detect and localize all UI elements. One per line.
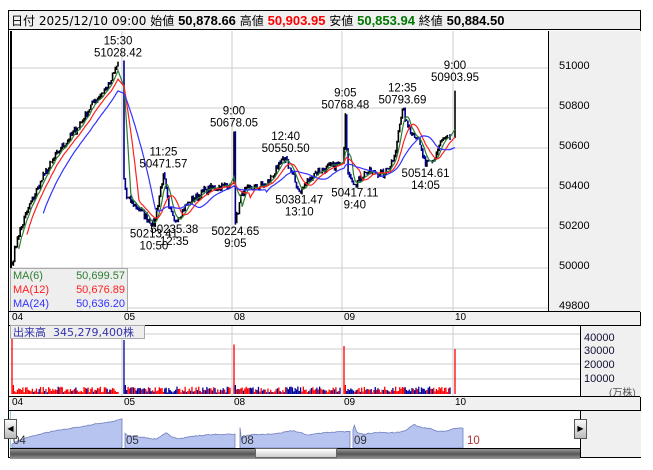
scroll-right-button[interactable]: ▶ <box>574 419 587 439</box>
nav-area <box>239 427 351 448</box>
annotation-time: 14:05 <box>411 180 440 192</box>
open-value: 50,878.66 <box>178 13 236 28</box>
annotation-value: 50550.50 <box>262 143 310 155</box>
volume-label: 出来高 <box>13 326 46 339</box>
ma-value: 50,636.20 <box>76 298 125 310</box>
annotation-time: 11:25 <box>149 147 177 159</box>
navigator-side-panel <box>580 411 641 457</box>
date-value: 2025/12/10 09:00 <box>38 14 147 28</box>
date-tick: 09 <box>344 312 356 323</box>
price-tick: 50400 <box>559 180 590 192</box>
date-tick: 10 <box>455 312 467 323</box>
annotation-value: 50768.48 <box>321 99 369 111</box>
ma-name: MA(6) <box>13 270 43 282</box>
vol-tick: 20000 <box>584 359 615 371</box>
annotation-time: 9:00 <box>223 105 245 117</box>
vol-tick: 30000 <box>584 345 615 357</box>
annotation-time: 13:10 <box>285 207 314 219</box>
ma-legend-row: MA(12) 50,676.89 <box>11 283 127 297</box>
annotation-high: 9:0550768.48 <box>321 87 369 111</box>
scroll-left-button[interactable]: ◀ <box>4 419 17 439</box>
ma-legend: MA(6) 50,699.57 MA(12) 50,676.89 MA(24) 50,63… <box>10 268 128 312</box>
annotation-value: 50514.61 <box>402 168 450 180</box>
annotation-time: 12:40 <box>271 131 300 143</box>
annotation-high: 11:2550471.57 <box>139 147 187 171</box>
vol-tick: 40000 <box>584 332 615 344</box>
arrow-right-icon: ▶ <box>577 424 584 433</box>
annotation-low: 50224.659:05 <box>211 226 259 250</box>
date-label: 日付 <box>11 14 36 28</box>
price-tick: 51000 <box>559 60 590 72</box>
date-tick: 05 <box>124 312 136 323</box>
high-value: 50,903.95 <box>267 13 326 28</box>
annotation-value: 50678.05 <box>210 117 258 129</box>
ma-value: 50,676.89 <box>76 284 125 296</box>
price-tick: 50200 <box>559 220 590 232</box>
date-tick: 09 <box>344 397 356 408</box>
annotation-time: 15:30 <box>104 35 133 47</box>
price-tick: 50800 <box>559 100 590 112</box>
volume-legend: 出来高 345,279,400株 <box>10 325 145 339</box>
ma-value: 50,699.57 <box>76 270 125 282</box>
date-tick: 10 <box>455 397 467 408</box>
nav-day-label: 08 <box>241 435 254 447</box>
nav-day-label: 10 <box>467 435 480 447</box>
annotation-high: 9:0050903.95 <box>431 60 479 84</box>
price-tick: 50600 <box>559 140 590 152</box>
high-label: 高値 <box>239 14 264 28</box>
date-tick: 08 <box>234 312 246 323</box>
annotation-value: 50471.57 <box>139 159 187 171</box>
ma-legend-row: MA(6) 50,699.57 <box>11 269 127 283</box>
annotation-high: 15:3051028.42 <box>94 35 142 59</box>
annotation-low: 50417.119:40 <box>331 188 378 212</box>
navigator-overview[interactable]: 04 05 08 09 10 <box>10 411 580 448</box>
arrow-left-icon: ◀ <box>7 424 14 433</box>
date-axis-volume: 04 05 08 09 10 <box>9 396 640 411</box>
annotation-value: 51028.42 <box>94 47 142 59</box>
volume-value: 345,279,400株 <box>53 326 134 339</box>
annotation-value: 50417.11 <box>331 188 378 200</box>
annotation-time: 9:05 <box>224 238 246 250</box>
nav-day-label: 05 <box>126 435 139 447</box>
annotation-value: 50903.95 <box>431 72 479 84</box>
annotation-high: 12:4050550.50 <box>262 131 310 155</box>
date-tick: 08 <box>234 397 246 408</box>
ma-legend-row: MA(24) 50,636.20 <box>11 297 127 311</box>
price-tick: 50000 <box>559 260 590 272</box>
nav-area <box>124 432 236 448</box>
close-label: 終値 <box>418 14 443 28</box>
scrollbar-thumb[interactable] <box>255 448 337 458</box>
date-tick: 04 <box>12 397 24 408</box>
open-label: 始値 <box>150 14 175 28</box>
annotation-time: 9:05 <box>334 87 356 99</box>
low-value: 50,853.94 <box>357 13 415 28</box>
date-tick: 05 <box>124 397 136 408</box>
annotation-low: 50381.4713:10 <box>275 195 323 219</box>
nav-area <box>352 424 464 448</box>
volume-axis: 40000 30000 20000 10000 (万株) <box>580 326 641 399</box>
annotation-high: 9:0050678.05 <box>210 105 258 129</box>
annotation-time: 12:35 <box>388 82 417 94</box>
annotation-high: 12:3550793.69 <box>378 82 426 106</box>
annotation-value: 50224.65 <box>211 226 259 238</box>
annotation-time: 9:00 <box>444 60 466 72</box>
close-value: 50,884.50 <box>446 13 505 28</box>
price-axis: 51000 50800 50600 50400 50200 50000 49800 <box>548 31 641 312</box>
annotation-value: 50381.47 <box>275 195 323 207</box>
low-label: 安値 <box>329 14 354 28</box>
date-axis-main: 04 05 08 09 10 <box>9 311 640 326</box>
nav-day-label: 09 <box>354 435 367 447</box>
annotation-value: 50235.38 <box>150 224 198 236</box>
ohlc-header: 日付 2025/12/10 09:00 始値 50,878.66 高値 50,9… <box>9 11 640 30</box>
annotation-value: 50793.69 <box>378 94 426 106</box>
ma-name: MA(12) <box>13 284 50 296</box>
nav-area <box>11 418 123 448</box>
ma-name: MA(24) <box>13 298 50 310</box>
annotation-time: 9:40 <box>344 200 366 212</box>
annotation-time: 12:35 <box>160 236 189 248</box>
date-tick: 04 <box>12 312 24 323</box>
